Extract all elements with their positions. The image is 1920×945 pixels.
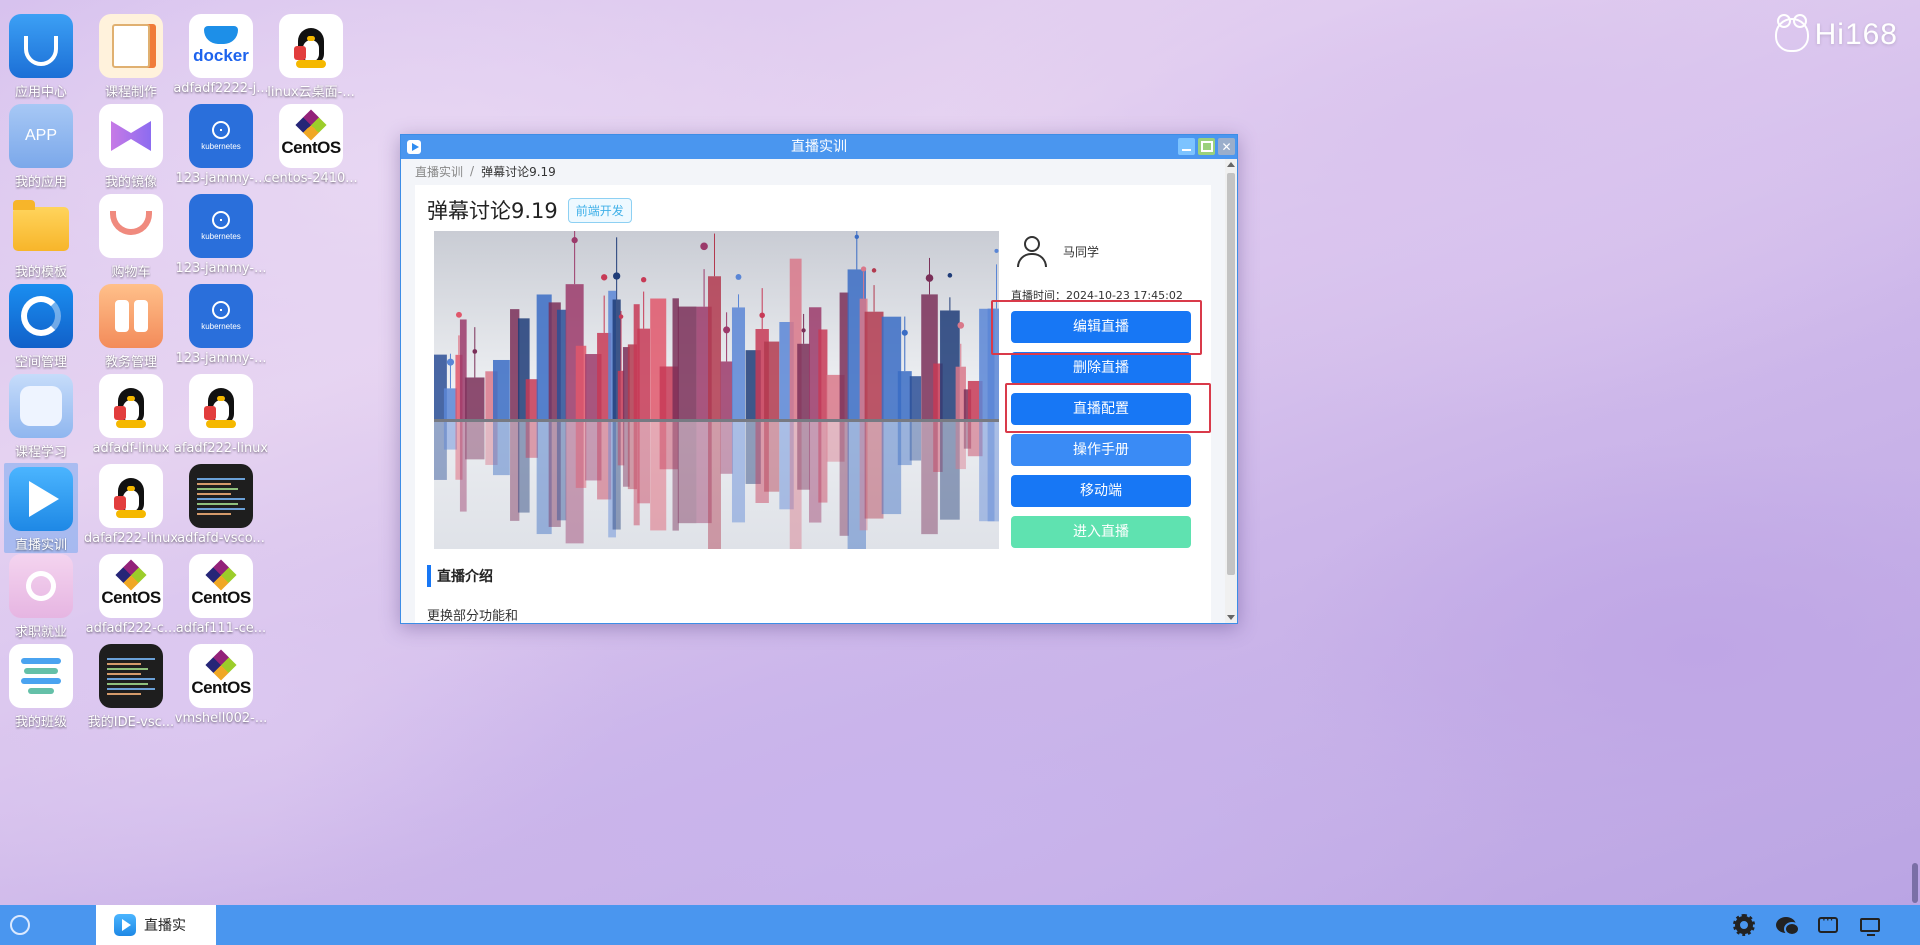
vscode-icon [189, 464, 253, 528]
desktop-icon-adfafd-vscode[interactable]: adfafd-vsco... [166, 450, 276, 550]
intro-section-header: 直播介绍 [427, 565, 493, 587]
cover-image [434, 231, 999, 549]
course-make-icon [99, 14, 163, 78]
my-image-icon [99, 104, 163, 168]
page-title-row: 弹幕讨论9.19 前端开发 [427, 195, 632, 225]
scroll-down-arrow-icon[interactable] [1227, 615, 1235, 620]
desktop-icon-linux-cloud[interactable]: linux云桌面-... [256, 0, 366, 100]
enter-live-button[interactable]: 进入直播 [1011, 516, 1191, 548]
desktop-icon-adfaf111-ce[interactable]: CentOS adfaf111-ce... [166, 540, 276, 640]
breadcrumb: 直播实训 / 弹幕讨论9.19 [401, 159, 1225, 183]
centos-icon: CentOS [279, 104, 343, 168]
cart-icon [99, 194, 163, 258]
window-title: 直播实训 [791, 139, 847, 155]
docker-icon: docker [189, 14, 253, 78]
bear-logo-icon [10, 915, 30, 935]
live-config-button[interactable]: 直播配置 [1011, 393, 1191, 425]
breadcrumb-current: 弹幕讨论9.19 [481, 164, 556, 179]
maximize-button[interactable] [1198, 138, 1215, 155]
author-info: 马同学 [1015, 231, 1193, 271]
my-class-icon [9, 644, 73, 708]
centos-icon: CentOS [189, 554, 253, 618]
desktop-icon-k8s-3[interactable]: kubernetes 123-jammy-... [166, 270, 276, 370]
city-skyline-image [434, 231, 999, 549]
desktop-icon-centos-2410[interactable]: CentOS centos-2410... [256, 90, 366, 190]
job-icon [9, 554, 73, 618]
section-accent-bar [427, 565, 431, 587]
live-training-icon [9, 467, 73, 531]
my-app-icon: APP [9, 104, 73, 168]
taskbar: 直播实 [0, 905, 1920, 945]
window-titlebar[interactable]: 直播实训 ✕ [401, 135, 1237, 159]
window-content: 直播实训 / 弹幕讨论9.19 弹幕讨论9.19 前端开发 马同学 直播时间：2… [401, 159, 1225, 623]
author-name: 马同学 [1063, 244, 1100, 259]
vscode-icon [99, 644, 163, 708]
live-sidebar: 马同学 直播时间：2024-10-23 17:45:02 编辑直播 删除直播 直… [1011, 231, 1193, 548]
system-tray [1733, 905, 1910, 945]
app-center-icon [9, 14, 73, 78]
user-avatar-icon [1015, 234, 1049, 268]
wechat-icon[interactable] [1776, 915, 1800, 936]
kubernetes-icon: kubernetes [189, 284, 253, 348]
breadcrumb-link-live-training[interactable]: 直播实训 [415, 163, 463, 180]
kubernetes-icon: kubernetes [189, 104, 253, 168]
show-desktop-button[interactable] [1902, 915, 1910, 935]
live-time: 直播时间：2024-10-23 17:45:02 [1011, 289, 1183, 302]
vertical-scrollbar[interactable] [1225, 159, 1237, 623]
taskbar-item-live-training[interactable]: 直播实 [96, 905, 216, 945]
live-training-icon [114, 914, 136, 936]
live-detail-card: 弹幕讨论9.19 前端开发 马同学 直播时间：2024-10-23 17:45:… [415, 185, 1211, 623]
brand-logo: Hi168 [1774, 14, 1898, 52]
manual-button[interactable]: 操作手册 [1011, 434, 1191, 466]
centos-icon: CentOS [189, 644, 253, 708]
start-button[interactable] [0, 905, 40, 945]
bear-logo-icon [1774, 14, 1809, 52]
desktop-icon-k8s-2[interactable]: kubernetes 123-jammy-... [166, 180, 276, 280]
space-manage-icon [9, 284, 73, 348]
minimize-button[interactable] [1178, 138, 1195, 155]
category-tag: 前端开发 [567, 197, 632, 223]
folder-icon [9, 194, 73, 258]
delete-live-button[interactable]: 删除直播 [1011, 352, 1191, 384]
message-icon[interactable] [1818, 913, 1838, 935]
page-title: 弹幕讨论9.19 [427, 199, 558, 223]
breadcrumb-separator: / [470, 164, 475, 178]
desktop-icons: 应用中心 APP 我的应用 我的模板 空间管理 课程学习 直播实训 求职就业 我… [0, 0, 440, 900]
linux-tux-icon [99, 374, 163, 438]
play-icon [407, 140, 421, 154]
desktop-icon-vmshell002[interactable]: CentOS vmshell002-... [166, 630, 276, 730]
course-study-icon [9, 374, 73, 438]
scroll-up-arrow-icon[interactable] [1227, 162, 1235, 167]
linux-tux-icon [99, 464, 163, 528]
linux-tux-icon [189, 374, 253, 438]
intro-section-title: 直播介绍 [437, 569, 493, 585]
close-button[interactable]: ✕ [1218, 138, 1235, 155]
edge-scroll-indicator [1912, 863, 1918, 903]
live-training-window: 直播实训 ✕ 直播实训 / 弹幕讨论9.19 弹幕讨论9.19 前端开发 马同学… [400, 134, 1238, 624]
edit-live-button[interactable]: 编辑直播 [1011, 311, 1191, 343]
monitor-icon[interactable] [1860, 915, 1880, 936]
desktop-icon-afadf222-linux[interactable]: afadf222-linux [166, 360, 276, 460]
scrollbar-thumb[interactable] [1227, 173, 1235, 575]
settings-gear-icon[interactable] [1733, 914, 1755, 936]
intro-description: 更换部分功能和 [427, 609, 519, 623]
centos-icon: CentOS [99, 554, 163, 618]
mobile-button[interactable]: 移动端 [1011, 475, 1191, 507]
window-controls: ✕ [1178, 138, 1235, 155]
taskbar-item-label: 直播实 [144, 918, 186, 934]
kubernetes-icon: kubernetes [189, 194, 253, 258]
edu-manage-icon [99, 284, 163, 348]
brand-text: Hi168 [1814, 18, 1898, 51]
linux-tux-icon [279, 14, 343, 78]
